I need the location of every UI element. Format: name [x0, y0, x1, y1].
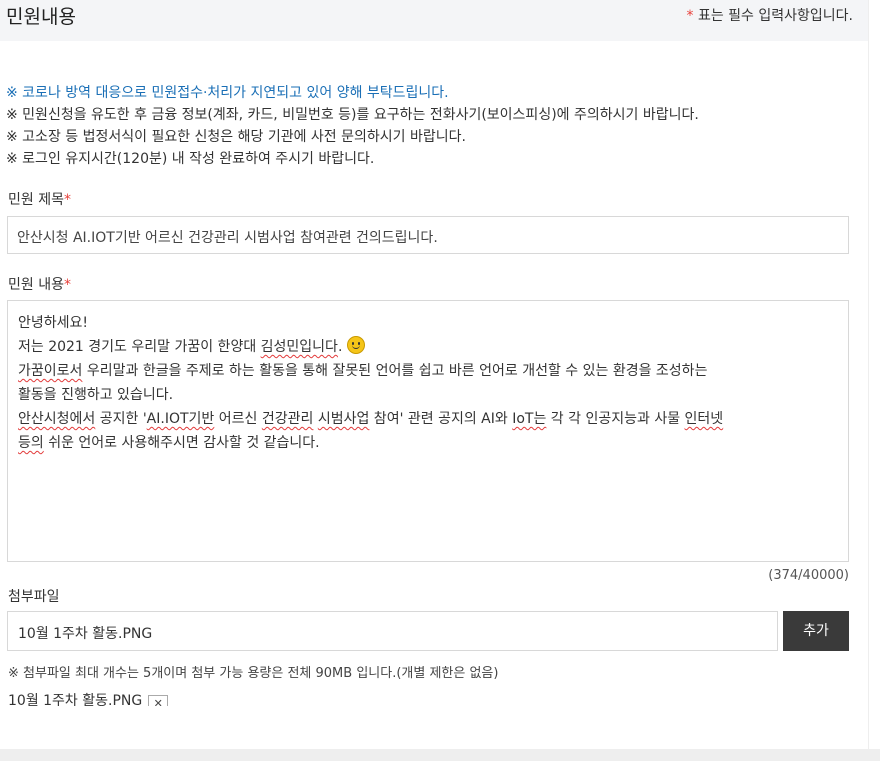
notice-covid: ※ 코로나 방역 대응으로 민원접수·처리가 지연되고 있어 양해 부탁드립니다…	[6, 85, 449, 101]
spellcheck-word: 안산시청에서	[18, 411, 96, 427]
file-input[interactable]: 10월 1주차 활동.PNG	[7, 611, 778, 651]
required-note: * 표는 필수 입력사항입니다.	[687, 5, 853, 25]
page-title: 민원내용	[6, 6, 76, 28]
content-textarea[interactable]: 안녕하세요! 저는 2021 경기도 우리말 가꿈이 한양대 김성민입니다. 가…	[7, 300, 849, 562]
scrollbar-track[interactable]	[868, 0, 880, 750]
subject-label-text: 민원 제목	[8, 192, 64, 208]
text-span: 어르신	[214, 411, 262, 427]
add-file-button[interactable]: 추가	[783, 611, 849, 651]
remove-file-icon[interactable]: ✕	[148, 695, 169, 706]
subject-input[interactable]: 안산시청 AI.IOT기반 어르신 건강관리 시범사업 참여관련 건의드립니다.	[7, 216, 849, 254]
content-line: 등의 쉬운 언어로 사용해주시면 감사할 것 같습니다.	[18, 431, 838, 455]
attachment-label: 첨부파일	[8, 589, 60, 605]
spellcheck-word: 등의	[18, 435, 44, 451]
content-line: 저는 2021 경기도 우리말 가꿈이 한양대 김성민입니다.	[18, 335, 838, 359]
spellcheck-word: 인터넷	[684, 411, 724, 427]
notice-legal-form: ※ 고소장 등 법정서식이 필요한 신청은 해당 기관에 사전 문의하시기 바랍…	[6, 129, 466, 145]
spellcheck-word: IoT는	[512, 411, 547, 427]
spellcheck-word: AI.IOT기반	[146, 411, 215, 427]
text-span: 쉬운 언어로 사용해주시면 감사할 것 같습니다.	[43, 435, 320, 451]
notice-login-time: ※ 로그인 유지시간(120분) 내 작성 완료하여 주시기 바랍니다.	[6, 151, 375, 167]
notice-list: ※ 코로나 방역 대응으로 민원접수·처리가 지연되고 있어 양해 부탁드립니다…	[6, 82, 699, 170]
spellcheck-word: 건강관리	[261, 411, 314, 427]
subject-required-star: *	[63, 192, 71, 208]
subject-label: 민원 제목*	[8, 189, 71, 209]
required-star: *	[686, 8, 694, 24]
content-line: 활동을 진행하고 있습니다.	[18, 387, 174, 403]
content-required-star: *	[63, 277, 71, 293]
content-line: 가꿈이로서 우리말과 한글을 주제로 하는 활동을 통해 잘못된 언어를 쉽고 …	[18, 359, 838, 383]
notice-phishing: ※ 민원신청을 유도한 후 금융 정보(계좌, 카드, 비밀번호 등)를 요구하…	[6, 107, 699, 123]
text-span: .	[337, 339, 347, 355]
text-span: 각 각 인공지능과 사물	[546, 411, 685, 427]
content-label: 민원 내용*	[8, 274, 71, 294]
content-line: 안산시청에서 공지한 'AI.IOT기반 어르신 건강관리 시범사업 참여' 관…	[18, 407, 838, 431]
attachment-note: ※ 첨부파일 최대 개수는 5개이며 첨부 가능 용량은 전체 90MB 입니다…	[8, 666, 499, 681]
section-header: 민원내용 * 표는 필수 입력사항입니다.	[0, 0, 868, 41]
text-span: 우리말과 한글을 주제로 하는 활동을 통해 잘못된 언어를 쉽고 바른 언어로…	[82, 363, 708, 379]
required-note-text: 표는 필수 입력사항입니다.	[693, 8, 853, 24]
char-counter: (374/40000)	[768, 568, 849, 583]
content-line: 안녕하세요!	[18, 315, 89, 331]
text-span: 저는 2021 경기도 우리말 가꿈이 한양대	[18, 339, 261, 355]
smile-emoji-icon	[346, 336, 365, 354]
attached-file-item: 10월 1주차 활동.PNG ✕	[8, 690, 169, 706]
spellcheck-word: 시범사업	[317, 411, 370, 427]
text-span: 공지한 '	[95, 411, 147, 427]
footer-bar	[0, 749, 880, 761]
attached-file-name: 10월 1주차 활동.PNG	[8, 693, 143, 706]
spellcheck-word: 가꿈이로서	[18, 363, 83, 379]
text-span: 참여' 관련 공지의 AI와	[369, 411, 513, 427]
spellcheck-word: 김성민입니다	[260, 339, 338, 355]
content-label-text: 민원 내용	[8, 277, 64, 293]
